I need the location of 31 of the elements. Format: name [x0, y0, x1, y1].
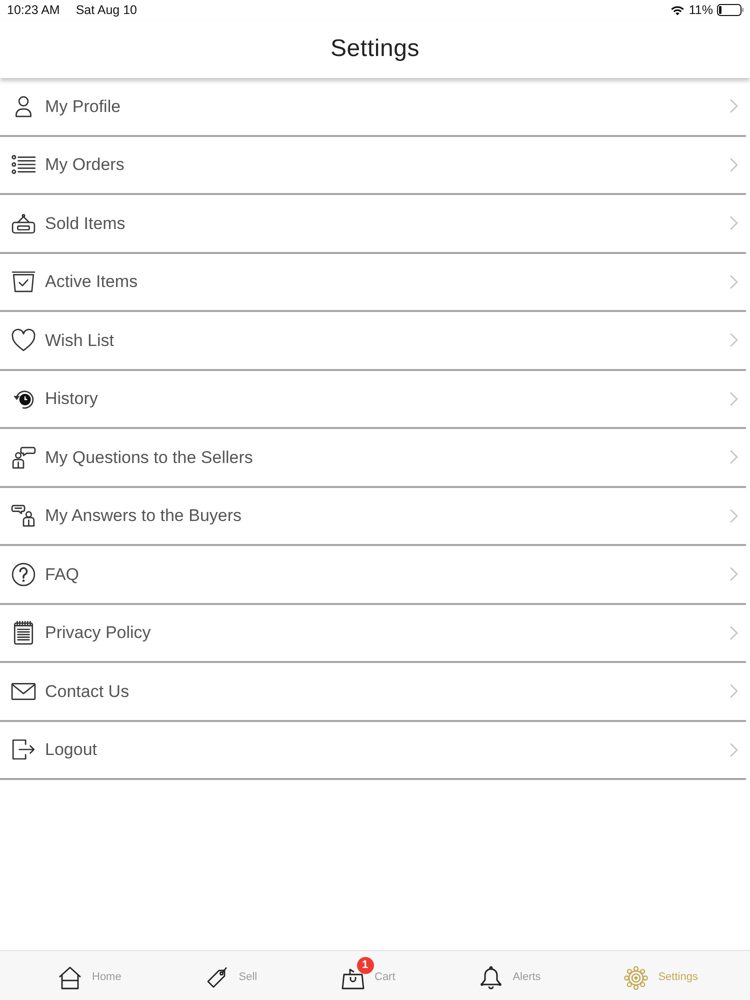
chevron-icon [730, 450, 738, 464]
chevron-icon [730, 392, 738, 406]
wifi-icon [670, 4, 685, 16]
logout-icon [11, 737, 36, 762]
battery-percent: 11% [688, 2, 713, 19]
chevron-icon [730, 333, 738, 348]
status-time: 10:23 AM [7, 2, 60, 19]
chevron-icon [730, 567, 738, 582]
chevron-icon [730, 684, 738, 698]
home-icon [58, 966, 82, 990]
chevron-icon [730, 508, 738, 523]
status-date: Sat Aug 10 [76, 2, 137, 19]
gear-icon [624, 966, 648, 990]
battery-icon [717, 4, 744, 16]
bell-icon [478, 966, 503, 990]
chevron-icon [730, 216, 738, 230]
chevron-icon [730, 274, 738, 289]
chevron-icon [730, 158, 738, 172]
person-speech-bubble-icon [11, 444, 36, 470]
tag-icon [204, 966, 229, 990]
count-badge: 1 [356, 956, 374, 974]
checked-box-icon [11, 269, 36, 294]
chevron-icon [730, 626, 738, 640]
chevron-icon [730, 742, 738, 757]
page-title: Settings [330, 34, 420, 64]
heart-icon [11, 328, 36, 353]
tab-button[interactable]: 1 Cart [340, 956, 398, 996]
notepad-icon [11, 620, 36, 646]
question-circle-icon [11, 562, 36, 587]
speech-bubble-person-icon [11, 503, 36, 528]
chevron-icon [730, 99, 738, 114]
